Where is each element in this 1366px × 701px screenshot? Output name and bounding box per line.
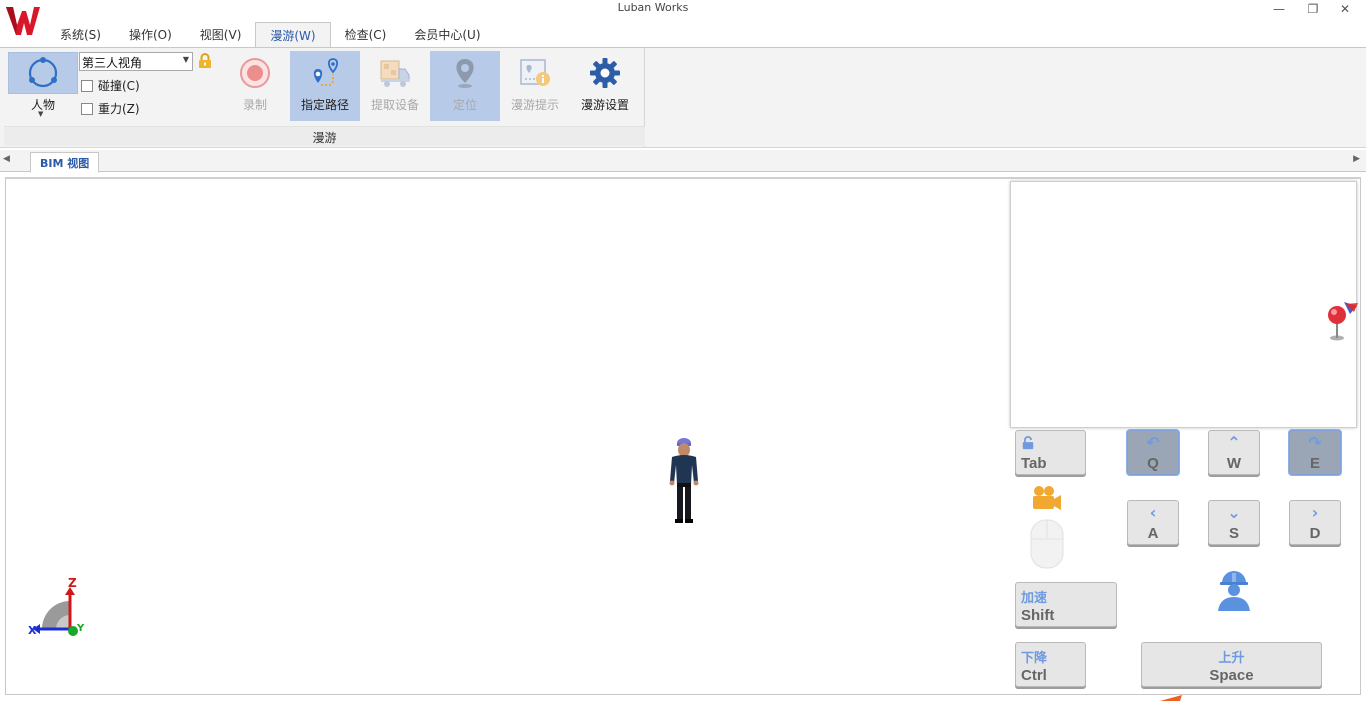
map-info-icon bbox=[520, 59, 550, 86]
tab-key-label: Tab bbox=[1021, 455, 1047, 472]
restore-icon: ❐ bbox=[1307, 2, 1319, 16]
e-key-label: E bbox=[1309, 455, 1320, 472]
tab-system[interactable]: 系统(S) bbox=[46, 22, 115, 47]
roam-settings-label: 漫游设置 bbox=[580, 98, 629, 112]
s-key-label: S bbox=[1228, 525, 1239, 542]
axis-gizmo: Z X Y bbox=[28, 577, 85, 637]
lock-icon[interactable] bbox=[198, 53, 212, 69]
collision-checkbox[interactable]: 碰撞(C) bbox=[81, 77, 140, 94]
chevron-left-icon: ‹ bbox=[1149, 503, 1157, 522]
ctrl-key-label: Ctrl bbox=[1021, 667, 1047, 684]
axis-y-label: Y bbox=[76, 623, 85, 634]
w-key-label: W bbox=[1226, 455, 1242, 472]
ribbon-group-label: 漫游 bbox=[4, 126, 645, 146]
gear-icon bbox=[590, 58, 620, 88]
person-orbit-icon bbox=[28, 57, 58, 88]
specify-route-label: 指定路径 bbox=[300, 98, 349, 112]
a-key-label: A bbox=[1147, 525, 1159, 542]
route-pin-icon bbox=[313, 58, 339, 86]
tab-key[interactable]: Tab bbox=[1015, 430, 1086, 475]
tab-bim-view[interactable]: BIM 视图 bbox=[30, 152, 100, 173]
specify-route-button[interactable]: 指定路径 bbox=[290, 51, 360, 121]
tab-member-center[interactable]: 会员中心(U) bbox=[400, 22, 494, 47]
ctrl-key[interactable]: 下降 Ctrl bbox=[1015, 642, 1086, 687]
chevron-up-icon: ⌃ bbox=[1227, 433, 1241, 452]
s-key[interactable]: ⌄ S bbox=[1208, 500, 1260, 545]
truck-icon bbox=[380, 60, 410, 87]
walking-character[interactable] bbox=[664, 437, 704, 525]
a-key[interactable]: ‹ A bbox=[1127, 500, 1179, 545]
menu-tabs: 系统(S) 操作(O) 视图(V) 漫游(W) 检查(C) 会员中心(U) bbox=[46, 22, 495, 48]
close-button[interactable]: ✕ bbox=[1330, 0, 1360, 18]
shift-key-hint: 加速 bbox=[1021, 591, 1048, 606]
q-key-label: Q bbox=[1147, 455, 1159, 472]
record-button[interactable]: 录制 bbox=[220, 51, 290, 121]
shift-key[interactable]: 加速 Shift bbox=[1015, 582, 1117, 627]
ribbon: 人物 ▼ 第三人视角 ▼ 碰撞(C) 重力(Z) 录制 指定路径 提取设备 定位… bbox=[0, 47, 1366, 148]
document-tab-bar: ◀ BIM 视图 ▶ bbox=[0, 150, 1366, 173]
unlock-icon bbox=[1022, 436, 1034, 450]
tab-roam[interactable]: 漫游(W) bbox=[255, 22, 331, 48]
chevron-down-icon: ▼ bbox=[182, 55, 189, 64]
map-position-marker-icon bbox=[1328, 302, 1358, 341]
location-pin-icon bbox=[456, 59, 474, 88]
gravity-checkbox[interactable]: 重力(Z) bbox=[81, 100, 140, 117]
chevron-down-icon: ⌄ bbox=[1227, 503, 1241, 522]
roam-ribbon-group: 人物 ▼ 第三人视角 ▼ 碰撞(C) 重力(Z) 录制 指定路径 提取设备 定位… bbox=[4, 48, 645, 148]
bim-3d-viewport[interactable]: Z X Y Tab ↶ Q ⌃ W ↷ E ‹ A ⌄ S › D 加速 Shi… bbox=[5, 177, 1361, 695]
record-icon bbox=[240, 58, 270, 88]
shift-key-label: Shift bbox=[1021, 607, 1055, 624]
close-icon: ✕ bbox=[1339, 2, 1351, 16]
roam-settings-button[interactable]: 漫游设置 bbox=[570, 51, 640, 121]
space-key-hint: 上升 bbox=[1218, 651, 1245, 666]
tab-view[interactable]: 视图(V) bbox=[186, 22, 256, 47]
extract-device-button[interactable]: 提取设备 bbox=[360, 51, 430, 121]
locate-label: 定位 bbox=[452, 98, 477, 112]
title-bar: Luban Works — ❐ ✕ bbox=[0, 0, 1366, 39]
minimize-icon: — bbox=[1273, 2, 1285, 16]
mouse-icon bbox=[1030, 519, 1064, 569]
view-mode-select[interactable]: 第三人视角 ▼ bbox=[79, 52, 193, 71]
worker-icon bbox=[1218, 571, 1250, 611]
collision-label: 碰撞(C) bbox=[98, 79, 140, 93]
d-key[interactable]: › D bbox=[1289, 500, 1341, 545]
gravity-label: 重力(Z) bbox=[98, 102, 140, 116]
record-label: 录制 bbox=[242, 98, 267, 112]
roam-tip-label: 漫游提示 bbox=[510, 98, 559, 112]
roam-tip-button[interactable]: 漫游提示 bbox=[500, 51, 570, 121]
space-key-label: Space bbox=[1209, 667, 1254, 684]
gravity-checkbox-box[interactable] bbox=[81, 102, 93, 115]
minimize-button[interactable]: — bbox=[1264, 0, 1294, 18]
window-title: Luban Works bbox=[617, 1, 689, 14]
view-mode-value: 第三人视角 bbox=[82, 56, 143, 70]
collision-checkbox-box[interactable] bbox=[81, 79, 93, 92]
scroll-left-icon[interactable]: ◀ bbox=[3, 154, 10, 164]
tab-operation[interactable]: 操作(O) bbox=[115, 22, 186, 47]
tab-check[interactable]: 检查(C) bbox=[331, 22, 401, 47]
extract-device-label: 提取设备 bbox=[370, 98, 419, 112]
ctrl-key-hint: 下降 bbox=[1021, 651, 1048, 666]
space-key[interactable]: 上升 Space bbox=[1141, 642, 1322, 687]
locate-button[interactable]: 定位 bbox=[430, 51, 500, 121]
d-key-label: D bbox=[1309, 525, 1321, 542]
orange-marker bbox=[1160, 695, 1182, 701]
minimap-panel[interactable] bbox=[1010, 181, 1358, 428]
w-key[interactable]: ⌃ W bbox=[1208, 430, 1260, 475]
axis-z-label: Z bbox=[68, 577, 77, 590]
e-key[interactable]: ↷ E bbox=[1289, 430, 1341, 475]
camera-icon bbox=[1033, 486, 1061, 510]
rotate-right-icon: ↷ bbox=[1308, 433, 1322, 452]
axis-x-label: X bbox=[28, 624, 37, 637]
chevron-down-icon[interactable]: ▼ bbox=[38, 110, 43, 118]
scroll-right-icon[interactable]: ▶ bbox=[1353, 154, 1360, 164]
restore-button[interactable]: ❐ bbox=[1298, 0, 1328, 18]
q-key[interactable]: ↶ Q bbox=[1127, 430, 1179, 475]
luban-works-window: Luban Works — ❐ ✕ 系统(S) 操作(O) 视图(V) 漫游(W… bbox=[0, 0, 1366, 701]
person-button[interactable] bbox=[8, 52, 78, 94]
chevron-right-icon: › bbox=[1311, 503, 1319, 522]
rotate-left-icon: ↶ bbox=[1146, 433, 1160, 452]
